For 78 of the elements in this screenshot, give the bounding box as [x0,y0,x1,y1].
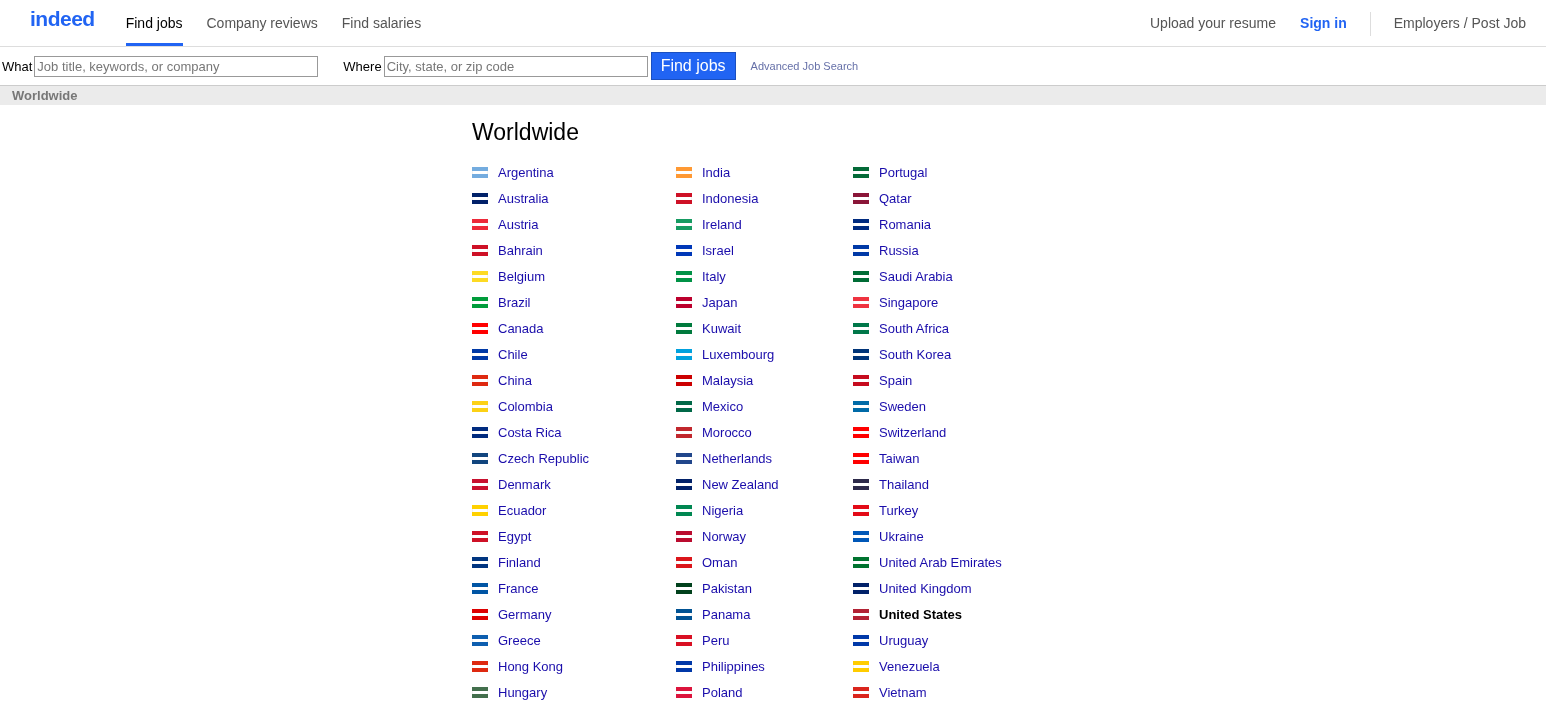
country-link[interactable]: Vietnam [879,684,927,700]
country-link[interactable]: Israel [702,242,734,258]
country-link[interactable]: Luxembourg [702,346,775,362]
country-link[interactable]: Italy [702,268,726,284]
country-link[interactable]: Egypt [498,528,532,544]
country-link[interactable]: Morocco [702,424,752,440]
country-link[interactable]: South Africa [879,320,950,336]
country-link[interactable]: Russia [879,242,919,258]
country-link[interactable]: Greece [498,632,541,648]
sign-in-link[interactable]: Sign in [1288,0,1359,46]
country-link[interactable]: Panama [702,606,751,622]
country-link[interactable]: United Arab Emirates [879,554,1002,570]
country-link[interactable]: South Korea [879,346,952,362]
country-link[interactable]: Qatar [879,190,912,206]
country-link[interactable]: Belgium [498,268,545,284]
header-link[interactable]: Employers / Post Job [1381,0,1538,46]
country-link[interactable]: Austria [498,216,539,232]
country-link[interactable]: India [702,164,731,180]
country-link[interactable]: Norway [702,528,747,544]
page-heading: Worldwide [472,119,580,146]
country-link[interactable]: Kuwait [702,320,742,336]
country-link[interactable]: Costa Rica [498,424,562,440]
advanced-search-link[interactable]: Advanced Job Search [750,60,859,72]
country-link[interactable]: Singapore [879,294,939,310]
what-label: What [2,58,33,74]
country-link[interactable]: Philippines [702,658,765,674]
country-link[interactable]: Romania [879,216,932,232]
country-link[interactable]: Australia [498,190,549,206]
country-link[interactable]: Sweden [879,398,926,414]
what-field[interactable]: Job title, keywords, or company [34,55,319,77]
nav-tab[interactable]: Find salaries [341,0,422,46]
country-link[interactable]: Ecuador [498,502,547,518]
country-link[interactable]: United States [879,606,963,622]
country-link[interactable]: China [498,372,532,388]
nav-tab[interactable]: Find jobs [125,0,183,46]
country-link[interactable]: Bahrain [498,242,543,258]
country-link[interactable]: Ireland [702,216,742,232]
country-link[interactable]: Malaysia [702,372,754,388]
header-link[interactable]: Upload your resume [1138,0,1289,46]
country-link[interactable]: New Zealand [702,476,779,492]
country-link[interactable]: United Kingdom [879,580,972,596]
country-link[interactable]: Czech Republic [498,450,590,466]
country-link[interactable]: Switzerland [879,424,947,440]
country-link[interactable]: Turkey [879,502,919,518]
country-link[interactable]: Finland [498,554,541,570]
country-link[interactable]: Mexico [702,398,744,414]
where-label: Where [343,58,382,74]
country-link[interactable]: Peru [702,632,730,648]
country-link[interactable]: Brazil [498,294,531,310]
country-link[interactable]: Thailand [879,476,929,492]
country-link[interactable]: Hungary [498,684,548,700]
country-link[interactable]: Spain [879,372,913,388]
logo[interactable]: indeed [30,7,95,31]
country-link[interactable]: Pakistan [702,580,752,596]
country-link[interactable]: Germany [498,606,552,622]
country-link[interactable]: Japan [702,294,738,310]
country-link[interactable]: France [498,580,539,596]
country-link[interactable]: Argentina [498,164,554,180]
country-link[interactable]: Uruguay [879,632,929,648]
country-link[interactable]: Hong Kong [498,658,564,674]
country-link[interactable]: Netherlands [702,450,773,466]
country-link[interactable]: Colombia [498,398,553,414]
nav-tab[interactable]: Company reviews [206,0,318,46]
country-link[interactable]: Canada [498,320,544,336]
country-link[interactable]: Taiwan [879,450,920,466]
breadcrumb-bar: Worldwide [0,86,1546,105]
where-field[interactable]: City, state, or zip code [383,55,648,77]
country-link[interactable]: Denmark [498,476,551,492]
find-jobs-button[interactable]: Find jobs [650,52,736,80]
country-link[interactable]: Ukraine [879,528,924,544]
country-link[interactable]: Poland [702,684,743,700]
country-link[interactable]: Venezuela [879,658,940,674]
country-link[interactable]: Chile [498,346,528,362]
country-link[interactable]: Indonesia [702,190,759,206]
country-link[interactable]: Oman [702,554,738,570]
country-link[interactable]: Portugal [879,164,928,180]
country-link[interactable]: Saudi Arabia [879,268,953,284]
country-link[interactable]: Nigeria [702,502,744,518]
